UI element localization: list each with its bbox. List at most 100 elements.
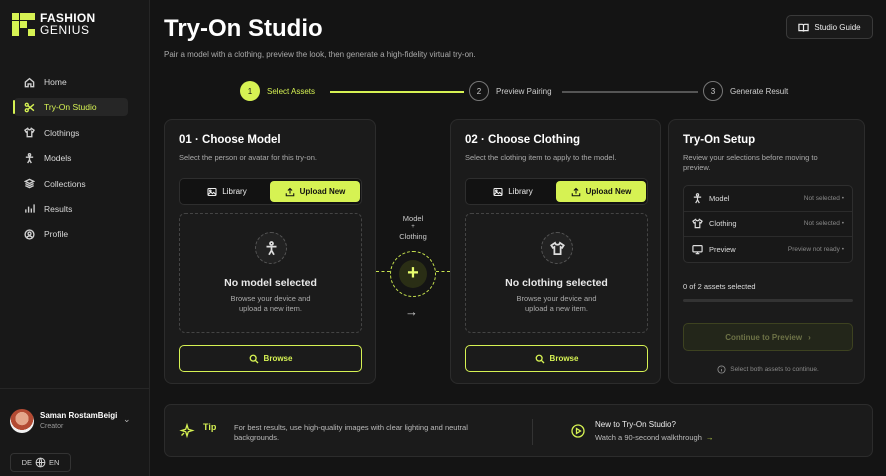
nav-label: Home <box>44 77 67 87</box>
nav-item-collections[interactable]: Collections <box>14 175 128 193</box>
connector-dash-left <box>376 271 390 272</box>
nav-item-try-on-studio[interactable]: Try-On Studio <box>13 98 128 117</box>
connector-label: Model + Clothing <box>399 214 427 241</box>
library-tab[interactable]: Library <box>468 181 558 202</box>
step-number: 1 <box>240 81 260 101</box>
step-label: Select Assets <box>267 86 316 96</box>
browse-label: Browse <box>549 354 579 363</box>
page-title: Try-On Studio <box>164 15 323 42</box>
shirt-icon <box>24 127 35 138</box>
setup-title: Try-On Setup <box>683 134 756 146</box>
try-on-setup-card: Try-On Setup Review your selections befo… <box>668 119 865 384</box>
main-nav: Home Try-On Studio Clothings Models Coll… <box>13 73 128 251</box>
choose-clothing-card: 02 · Choose Clothing Select the clothing… <box>450 119 661 384</box>
step-generate-result[interactable]: 3 Generate Result <box>703 81 788 101</box>
globe-icon <box>35 457 46 468</box>
row-label: Preview <box>709 245 736 255</box>
setup-subtitle: Review your selections before moving to … <box>683 153 818 172</box>
chart-icon <box>25 204 35 214</box>
clothing-dropzone[interactable]: No clothing selected Browse your device … <box>465 213 648 333</box>
row-status: Preview not ready • <box>787 246 844 254</box>
nav-label: Results <box>44 203 73 214</box>
continue-to-preview-button[interactable]: Continue to Preview › <box>683 323 853 351</box>
tip-label: Tip <box>203 422 217 432</box>
choose-model-card: 01 · Choose Model Select the person or a… <box>164 119 376 384</box>
search-icon <box>535 354 545 363</box>
nav-item-profile[interactable]: Profile <box>14 225 128 243</box>
monitor-icon <box>692 245 703 255</box>
user-name: Saman RostamBeigi <box>40 411 118 420</box>
browse-model-button[interactable]: Browse <box>179 345 362 372</box>
nav-label: Profile <box>44 229 69 240</box>
assets-count: 0 of 2 assets selected <box>683 282 756 291</box>
chevron-down-icon[interactable]: ⌄ <box>123 414 131 425</box>
plus-icon: + <box>399 260 427 288</box>
nav-label: Clothings <box>44 127 80 138</box>
empty-title: No clothing selected <box>505 277 608 289</box>
row-label: Model <box>709 193 730 203</box>
lang-en[interactable]: EN <box>49 458 59 467</box>
library-tab[interactable]: Library <box>182 181 272 202</box>
nav-label: Try-On Studio <box>44 102 97 113</box>
layers-icon <box>24 178 35 189</box>
user-role: Creator <box>40 423 64 430</box>
walkthrough-title: New to Try-On Studio? <box>595 420 676 429</box>
upload-new-tab[interactable]: Upload New <box>556 181 646 202</box>
step-connector-active <box>330 91 464 93</box>
empty-text: Browse your device and upload a new item… <box>516 294 597 313</box>
empty-title: No model selected <box>224 277 317 289</box>
upload-icon <box>285 187 294 196</box>
row-status: Not selected • <box>803 194 844 202</box>
user-menu[interactable]: Saman RostamBeigi Creator ⌄ <box>0 388 150 448</box>
nav-item-results[interactable]: Results <box>14 200 128 218</box>
divider <box>532 419 533 445</box>
brand-line2: GENIUS <box>40 23 90 37</box>
studio-guide-button[interactable]: Studio Guide <box>786 15 873 39</box>
step-select-assets[interactable]: 1 Select Assets <box>240 81 315 101</box>
language-toggle[interactable]: DE EN <box>10 453 71 472</box>
walkthrough-link[interactable]: Watch a 90-second walkthrough → <box>595 433 713 442</box>
nav-item-models[interactable]: Models <box>14 149 128 167</box>
connector-dash-right <box>436 271 450 272</box>
sidebar: FASHION GENIUS Home Try-On Studio Clothi… <box>0 0 150 476</box>
nav-item-clothings[interactable]: Clothings <box>14 124 128 142</box>
arrow-right-icon: → <box>705 433 714 442</box>
upload-new-tab[interactable]: Upload New <box>270 181 360 202</box>
step-number: 2 <box>469 81 489 101</box>
empty-text: Browse your device and upload a new item… <box>230 294 311 313</box>
browse-clothing-button[interactable]: Browse <box>465 345 648 372</box>
add-pair-button[interactable]: + <box>390 251 436 297</box>
chevron-right-icon: › <box>808 332 811 342</box>
info-icon <box>717 365 726 374</box>
row-status: Not selected • <box>803 220 844 228</box>
person-icon <box>25 152 34 164</box>
row-label: Clothing <box>709 219 737 229</box>
logo[interactable]: FASHION GENIUS <box>12 12 95 36</box>
model-dropzone[interactable]: No model selected Browse your device and… <box>179 213 362 333</box>
assets-progress-bar <box>683 299 853 302</box>
card-subtitle: Select the clothing item to apply to the… <box>465 153 617 162</box>
scissors-icon <box>24 102 35 113</box>
shirt-icon <box>541 232 573 264</box>
step-label: Preview Pairing <box>496 86 552 96</box>
sparkle-icon <box>179 422 195 439</box>
card-title: 01 · Choose Model <box>179 134 281 146</box>
shirt-icon <box>692 218 703 229</box>
play-icon[interactable] <box>571 424 585 438</box>
continue-label: Continue to Preview <box>725 332 803 342</box>
nav-item-home[interactable]: Home <box>14 73 128 91</box>
setup-summary: Model Not selected • Clothing Not select… <box>683 185 853 263</box>
step-label: Generate Result <box>730 86 789 96</box>
source-toggle: Library Upload New <box>179 178 362 205</box>
step-preview-pairing[interactable]: 2 Preview Pairing <box>469 81 552 101</box>
summary-row-preview: Preview Preview not ready • <box>684 237 852 263</box>
nav-label: Collections <box>44 178 86 189</box>
home-icon <box>24 77 35 87</box>
library-label: Library <box>508 187 533 196</box>
nav-label: Models <box>44 153 72 164</box>
upload-label: Upload New <box>299 187 346 196</box>
image-icon <box>493 187 503 196</box>
library-label: Library <box>222 187 247 196</box>
lang-de[interactable]: DE <box>22 458 32 467</box>
person-icon <box>693 192 702 204</box>
